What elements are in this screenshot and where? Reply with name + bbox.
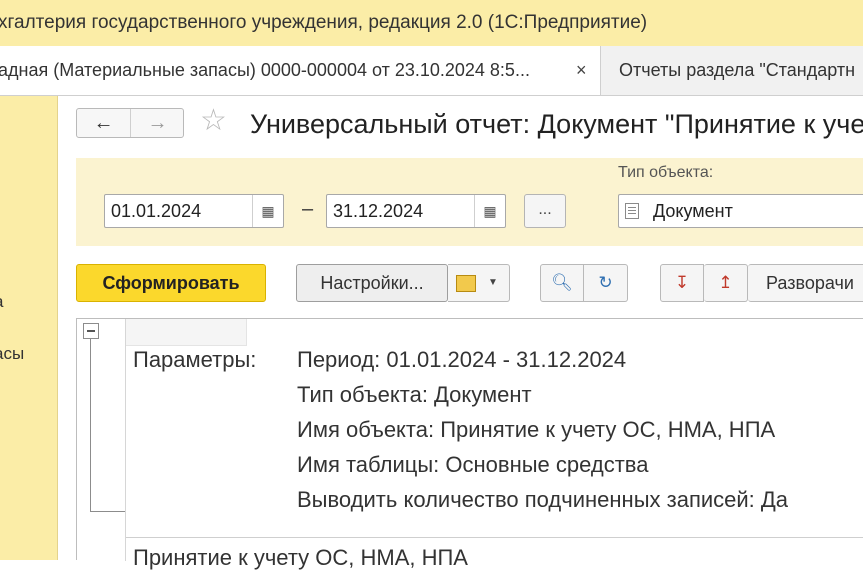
period-dash: – bbox=[302, 198, 314, 220]
tab-bar: адная (Материальные запасы) 0000-000004 … bbox=[0, 46, 863, 96]
object-type-field[interactable]: Документ bbox=[618, 194, 863, 228]
param-period: Период: 01.01.2024 - 31.12.2024 bbox=[297, 347, 627, 372]
object-type-label: Тип объекта: bbox=[618, 164, 714, 181]
forward-arrow-icon[interactable]: → bbox=[131, 109, 184, 137]
param-table-name: Имя таблицы: Основные средства bbox=[297, 452, 649, 477]
favorite-star-icon[interactable]: ☆ bbox=[200, 104, 227, 138]
object-type-value: Документ bbox=[653, 201, 733, 221]
param-object-name: Имя объекта: Принятие к учету ОС, НМА, Н… bbox=[297, 417, 776, 442]
filter-panel: 01.01.2024 ▦ – 31.12.2024 ▦ ... Тип объе… bbox=[76, 158, 863, 246]
param-show-count: Выводить количество подчиненных записей:… bbox=[297, 487, 789, 512]
report-form: ← → ☆ Универсальный отчет: Документ "При… bbox=[58, 96, 863, 570]
tree-line bbox=[90, 339, 91, 511]
calendar-icon[interactable]: ▦ bbox=[252, 195, 283, 227]
tab-label: Отчеты раздела "Стандартн bbox=[619, 60, 856, 80]
tab-material-document[interactable]: адная (Материальные запасы) 0000-000004 … bbox=[0, 46, 601, 95]
tab-section-reports[interactable]: Отчеты раздела "Стандартн bbox=[601, 46, 863, 95]
generate-button[interactable]: Сформировать bbox=[76, 264, 266, 302]
window-titlebar: хгалтерия государственного учреждения, р… bbox=[0, 0, 863, 46]
param-object-type: Тип объекта: Документ bbox=[297, 382, 532, 407]
window-title: хгалтерия государственного учреждения, р… bbox=[0, 12, 648, 33]
search-icon[interactable]: 🔍︎ bbox=[540, 264, 584, 302]
column-divider bbox=[125, 319, 126, 561]
search-next-icon[interactable]: ↻ bbox=[584, 264, 628, 302]
date-to-value: 31.12.2024 bbox=[333, 201, 424, 221]
report-title: Принятие к учету ОС, НМА, НПА bbox=[133, 545, 468, 570]
header-cell bbox=[126, 319, 247, 346]
tree-line-end bbox=[90, 511, 126, 512]
navigation-buttons: ← → bbox=[76, 108, 184, 138]
period-select-button[interactable]: ... bbox=[524, 194, 566, 228]
collapse-icon[interactable] bbox=[83, 323, 99, 339]
expand-button[interactable]: Разворачи bbox=[748, 264, 863, 302]
sections-panel: а асы bbox=[0, 96, 58, 560]
page-title: Универсальный отчет: Документ "Принятие … bbox=[250, 109, 863, 139]
sidebar-item[interactable]: а bbox=[0, 292, 3, 312]
document-icon bbox=[625, 203, 639, 219]
date-to-field[interactable]: 31.12.2024 ▦ bbox=[326, 194, 506, 228]
sidebar-item[interactable]: асы bbox=[0, 344, 24, 364]
settings-button[interactable]: Настройки... bbox=[296, 264, 448, 302]
row-divider bbox=[126, 537, 863, 538]
back-arrow-icon[interactable]: ← bbox=[77, 109, 131, 137]
date-from-value: 01.01.2024 bbox=[111, 201, 202, 221]
close-icon[interactable]: × bbox=[576, 46, 587, 95]
date-from-field[interactable]: 01.01.2024 ▦ bbox=[104, 194, 284, 228]
chevron-down-icon: ▼ bbox=[488, 277, 498, 288]
folder-icon bbox=[456, 275, 476, 292]
report-variant-button[interactable]: ▼ bbox=[448, 264, 510, 302]
report-output: Параметры: Период: 01.01.2024 - 31.12.20… bbox=[76, 318, 863, 570]
tab-label: адная (Материальные запасы) 0000-000004 … bbox=[0, 60, 530, 80]
parameters-label: Параметры: bbox=[133, 347, 257, 372]
sort-descending-icon[interactable]: ↧ bbox=[660, 264, 704, 302]
calendar-icon[interactable]: ▦ bbox=[474, 195, 505, 227]
sort-ascending-icon[interactable]: ↥ bbox=[704, 264, 748, 302]
